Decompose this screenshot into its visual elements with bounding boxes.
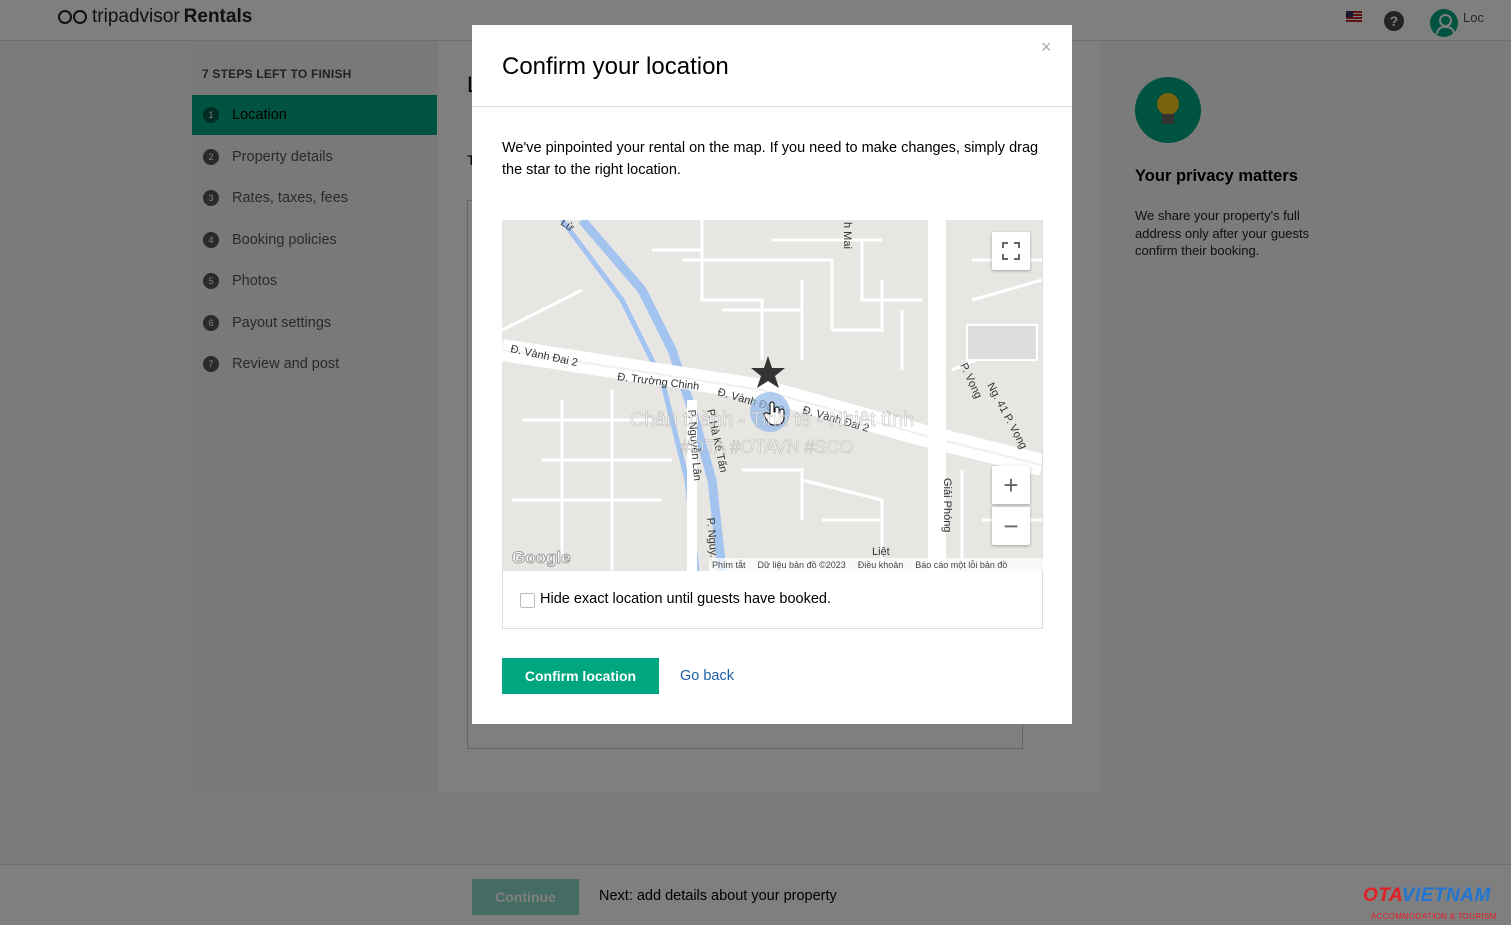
map-shortcuts-link[interactable]: Phím tắt (712, 560, 746, 570)
google-logo: Google (512, 548, 571, 567)
modal-divider (472, 106, 1072, 107)
map-report-link[interactable]: Báo cáo một lỗi bản đồ (915, 560, 1007, 570)
map-overlay-hashtags: #OTA #OTAVN #SCO (680, 437, 853, 457)
hide-location-label[interactable]: Hide exact location until guests have bo… (540, 591, 831, 607)
hide-location-checkbox[interactable] (520, 593, 535, 608)
street-label: Giải Phóng (941, 478, 953, 532)
map-terms-link[interactable]: Điều khoản (858, 560, 904, 570)
map-attribution: Phím tắt Dữ liệu bản đồ ©2023 Điều khoản… (709, 558, 1044, 571)
go-back-link[interactable]: Go back (680, 668, 734, 684)
fullscreen-button[interactable] (992, 232, 1030, 270)
watermark-ota: OTA (1363, 885, 1402, 906)
map-data-label: Dữ liệu bản đồ ©2023 (757, 559, 846, 570)
map-canvas[interactable]: Đ. Vành Đai 2 Đ. Trường Chinh Đ. Vành Đa… (502, 220, 1042, 571)
modal-title: Confirm your location (502, 53, 729, 80)
google-map[interactable]: Đ. Vành Đai 2 Đ. Trường Chinh Đ. Vành Đa… (502, 220, 1042, 571)
map-overlay-slogan: Chân thành - Tinh tế - Nhiệt tình (630, 409, 915, 431)
ota-vietnam-watermark: OTAVIETNAM (1363, 885, 1491, 907)
close-icon[interactable]: × (1041, 37, 1052, 58)
fullscreen-icon (1002, 242, 1020, 260)
street-label: Liệt (872, 546, 890, 558)
modal-description: We've pinpointed your rental on the map.… (502, 140, 1039, 178)
zoom-in-button[interactable]: + (992, 466, 1030, 504)
street-label: h Mai (841, 222, 853, 249)
zoom-out-button[interactable]: − (992, 507, 1030, 545)
watermark-vietnam: VIETNAM (1401, 885, 1491, 906)
watermark-subtitle: ACCOMMODATION & TOURISM (1371, 912, 1497, 921)
confirm-location-button[interactable]: Confirm location (502, 658, 659, 694)
